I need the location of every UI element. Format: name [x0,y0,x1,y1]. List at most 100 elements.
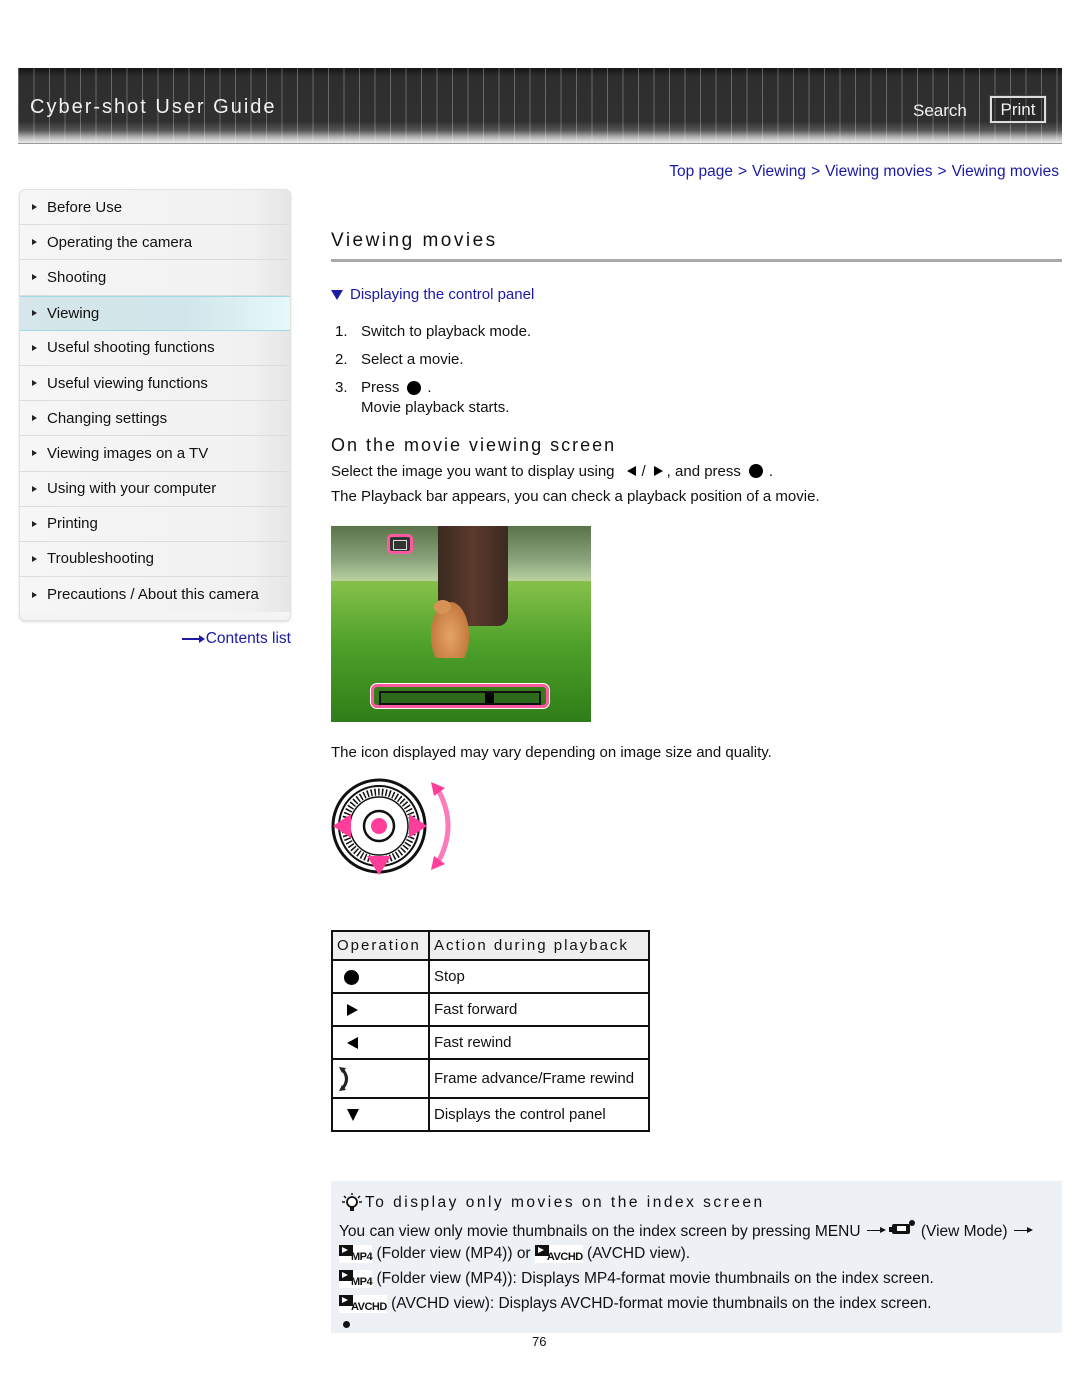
print-button[interactable]: Print [989,95,1047,124]
operation-cell [331,959,430,994]
caret-right-icon [32,415,37,422]
breadcrumb-current[interactable]: Viewing movies [952,163,1059,180]
tip-line: You can view only movie thumbnails on th… [339,1219,1036,1241]
step-suffix: . [427,379,432,396]
para-text: . [768,463,774,480]
sidebar-item-label: Useful viewing functions [47,374,208,392]
triangle-down-icon [331,289,343,300]
instruction-paragraph: Select the image you want to display usi… [331,463,773,480]
step-item: 3. Press. [335,374,531,402]
view-mode-icon [888,1220,915,1234]
sidebar-item-using-with-your-computer[interactable]: Using with your computer [20,471,290,507]
arrow-right-icon [1013,1227,1033,1232]
sidebar-item-label: Viewing images on a TV [47,444,209,462]
anchor-link-label: Displaying the control panel [350,286,535,303]
arrow-right-icon [866,1227,886,1232]
operation-cell [331,1097,430,1132]
caret-right-icon [32,520,37,527]
playback-bar-paragraph: The Playback bar appears, you can check … [331,488,820,505]
tip-title: To display only movies on the index scre… [341,1192,765,1214]
operation-cell [331,992,430,1027]
folder-view-mp4-icon: MP4 [339,1245,373,1263]
tip-line: MP4 (Folder view (MP4)) or AVCHD (AVCHD … [339,1245,690,1263]
tip-title-text: To display only movies on the index scre… [365,1194,765,1211]
section-heading: On the movie viewing screen [331,435,617,455]
sidebar-item-label: Useful shooting functions [47,339,215,357]
displaying-control-panel-link[interactable]: Displaying the control panel [331,286,534,303]
tip-text: You can view only movie thumbnails on th… [339,1223,861,1240]
sidebar-item-precautions[interactable]: Precautions / About this camera [20,577,290,613]
breadcrumb-viewing-movies[interactable]: Viewing movies [825,163,932,180]
sidebar-item-before-use[interactable]: Before Use [20,190,290,226]
breadcrumb-separator: > [937,163,947,180]
guide-title: Cyber-shot User Guide [30,96,277,118]
movie-playback-screenshot [331,526,591,722]
sidebar-item-troubleshooting[interactable]: Troubleshooting [20,541,290,578]
para-text: Select the image you want to display usi… [331,463,615,480]
center-button-icon [344,969,359,985]
caret-right-icon [32,310,37,317]
caret-right-icon [32,239,37,246]
action-cell: Fast rewind [428,1025,650,1060]
sidebar-item-label: Troubleshooting [47,550,155,568]
sidebar-item-useful-shooting-functions[interactable]: Useful shooting functions [20,330,290,366]
title-divider [331,259,1062,262]
sidebar-item-changing-settings[interactable]: Changing settings [20,401,290,437]
sidebar-item-label: Precautions / About this camera [47,586,259,604]
playback-track [379,691,541,705]
steps-list: 1. Switch to playback mode. 2. Select a mo… [335,318,531,402]
table-row: Fast rewind [331,1025,650,1060]
right-arrow-icon [347,1004,358,1017]
step-number: 1. [335,323,348,340]
arrow-right-icon [181,635,205,643]
header-rule [18,143,1062,144]
sidebar-item-shooting[interactable]: Shooting [20,260,290,296]
left-arrow-icon [347,1037,358,1050]
action-cell: Frame advance/Frame rewind [428,1058,650,1099]
column-header-action: Action during playback [428,930,650,961]
breadcrumb-viewing[interactable]: Viewing [752,163,806,180]
caret-right-icon [32,204,37,211]
down-arrow-icon [347,1109,359,1122]
step-text: Select a movie. [361,351,464,368]
step-text: Press [361,379,400,396]
sidebar-item-operating-the-camera[interactable]: Operating the camera [20,225,290,261]
action-cell: Fast forward [428,992,650,1027]
left-arrow-icon [626,466,636,476]
caret-right-icon [32,274,37,281]
step-number: 2. [335,351,348,368]
caret-right-icon [32,591,37,598]
search-link[interactable]: Search [913,101,967,121]
action-cell: Displays the control panel [428,1097,650,1132]
tip-text: (View Mode) [920,1223,1008,1240]
breadcrumb: Top page > Viewing > Viewing movies > Viewing … [669,163,1059,181]
table-row: Displays the control panel [331,1097,650,1132]
avchd-view-icon: AVCHD [339,1295,387,1313]
caret-right-icon [32,344,37,351]
step-note: Movie playback starts. [361,399,510,416]
caret-right-icon [32,485,37,492]
table-header-row: Operation Action during playback [331,930,650,961]
column-header-operation: Operation [331,930,430,961]
sidebar-item-label: Before Use [47,198,123,216]
folder-view-mp4-icon: MP4 [339,1270,373,1288]
breadcrumb-top-page[interactable]: Top page [669,163,733,180]
bullet-icon [343,1321,350,1328]
image-size-icon [387,534,413,554]
sidebar-item-viewing[interactable]: Viewing [20,295,290,331]
tip-box: To display only movies on the index scre… [331,1181,1062,1333]
screenshot-cat-head [434,600,451,614]
operation-cell [331,1058,430,1099]
breadcrumb-separator: > [737,163,748,180]
sidebar-item-viewing-images-on-a-tv[interactable]: Viewing images on a TV [20,436,290,472]
step-text: Switch to playback mode. [361,323,532,340]
sidebar-item-useful-viewing-functions[interactable]: Useful viewing functions [20,365,290,402]
tip-text: (AVCHD view). [587,1245,691,1262]
contents-list-link[interactable]: Contents list [181,630,291,648]
sidebar-item-printing[interactable]: Printing [20,506,290,542]
control-wheel-rotate-icon [339,1066,348,1091]
table-row: Fast forward [331,992,650,1027]
table-row: Stop [331,959,650,994]
playback-position-marker [485,693,494,703]
contents-list-label: Contents list [205,630,291,647]
